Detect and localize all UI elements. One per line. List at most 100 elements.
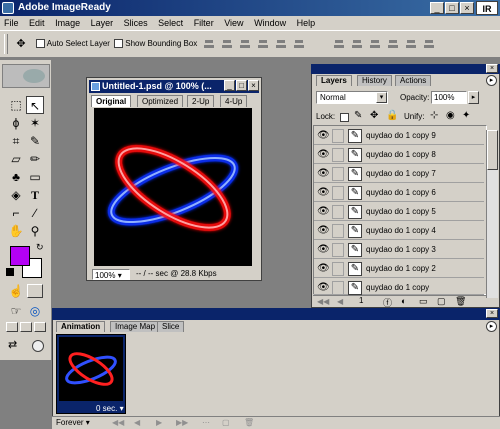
crop-tool-icon[interactable]: ⌗	[7, 132, 25, 150]
layer-row[interactable]: 👁 ✎ quydao do 1 copy 6	[314, 184, 484, 202]
layer-row[interactable]: 👁 ✎ quydao do 1 copy 2	[314, 260, 484, 278]
visibility-eye-icon[interactable]: 👁	[317, 244, 330, 256]
marquee-tool-icon[interactable]: ⬚	[7, 96, 25, 114]
tab-actions[interactable]: Actions	[395, 75, 432, 86]
animation-menu-arrow-icon[interactable]: ▸	[486, 321, 497, 332]
layer-row[interactable]: 👁 ✎ quydao do 1 copy 9	[314, 127, 484, 145]
magic-wand-tool-icon[interactable]: ✶	[26, 114, 44, 132]
doc-minimize-button[interactable]: _	[224, 80, 235, 91]
trash-icon[interactable]: 🗑	[455, 296, 466, 307]
distribute-right-icon[interactable]	[423, 39, 435, 49]
unify-style-icon[interactable]: ✦	[462, 110, 470, 121]
tab-history[interactable]: History	[357, 75, 392, 86]
layers-palette-titlebar[interactable]	[311, 64, 500, 74]
prev-frame-icon[interactable]: ◀	[337, 297, 343, 306]
layer-row[interactable]: 👁 ✎ quydao do 1 copy 4	[314, 222, 484, 240]
rectangle-tool-icon[interactable]: ▭	[26, 168, 44, 186]
layer-link-box[interactable]	[332, 205, 344, 219]
rewind-icon[interactable]: ◀◀	[112, 417, 124, 429]
distribute-top-icon[interactable]	[333, 39, 345, 49]
distribute-bottom-icon[interactable]	[369, 39, 381, 49]
blend-mode-select[interactable]: Normal ▾	[316, 91, 388, 104]
align-left-icon[interactable]	[257, 39, 269, 49]
slice-visibility-icon[interactable]	[27, 284, 43, 298]
visibility-eye-icon[interactable]: 👁	[317, 187, 330, 199]
menu-edit[interactable]: Edit	[25, 16, 49, 30]
layer-link-box[interactable]	[332, 167, 344, 181]
type-tool-icon[interactable]: T	[26, 186, 44, 204]
doc-close-button[interactable]: ×	[248, 80, 259, 91]
close-button[interactable]: ×	[460, 2, 474, 14]
full-screen-menu-mode-icon[interactable]	[20, 322, 32, 332]
crop-tool-2-icon[interactable]: ⌐	[7, 204, 25, 222]
layer-link-box[interactable]	[332, 129, 344, 143]
rollover-preview-icon[interactable]: ☞	[7, 302, 25, 320]
menu-select[interactable]: Select	[154, 16, 187, 30]
menu-view[interactable]: View	[220, 16, 247, 30]
eyedropper-tool-icon[interactable]: ∕	[26, 204, 44, 222]
layer-row[interactable]: 👁 ✎ quydao do 1 copy 7	[314, 165, 484, 183]
brush-tool-icon[interactable]: ✏	[26, 150, 44, 168]
zoom-dropdown[interactable]: 100% ▾	[92, 269, 130, 280]
eraser-tool-icon[interactable]: ▱	[7, 150, 25, 168]
move-tool-button[interactable]: ↖	[26, 96, 44, 114]
menu-window[interactable]: Window	[250, 16, 290, 30]
lasso-tool-icon[interactable]: ϕ	[7, 114, 25, 132]
layer-row[interactable]: 👁 ✎ quydao do 1 copy 5	[314, 203, 484, 221]
frame-delay-dropdown[interactable]: 0 sec. ▾	[96, 404, 124, 413]
visibility-eye-icon[interactable]: 👁	[317, 168, 330, 180]
layers-scrollbar[interactable]	[486, 130, 498, 298]
visibility-eye-icon[interactable]: 👁	[317, 282, 330, 294]
tab-animation[interactable]: Animation	[56, 321, 106, 332]
unify-position-icon[interactable]: ⊹	[430, 110, 438, 121]
layer-row[interactable]: 👁 ✎ quydao do 1 copy 8	[314, 146, 484, 164]
photoshop-icon[interactable]	[32, 340, 44, 352]
delete-frame-icon[interactable]: 🗑	[244, 417, 254, 429]
align-vcenter-icon[interactable]	[221, 39, 233, 49]
visibility-eye-icon[interactable]: 👁	[317, 206, 330, 218]
animation-palette-titlebar[interactable]	[52, 308, 500, 320]
preview-in-browser-icon[interactable]: ◎	[26, 302, 44, 320]
layer-link-box[interactable]	[332, 281, 344, 295]
layer-row[interactable]: 👁 ✎ quydao do 1 copy 3	[314, 241, 484, 259]
align-right-icon[interactable]	[293, 39, 305, 49]
animation-palette-close-button[interactable]: ×	[486, 309, 498, 318]
document-canvas[interactable]	[94, 108, 252, 266]
download-time[interactable]: -- / -- sec @ 28.8 Kbps	[136, 268, 217, 280]
visibility-eye-icon[interactable]: 👁	[317, 225, 330, 237]
menu-filter[interactable]: Filter	[190, 16, 218, 30]
tab-4-up[interactable]: 4-Up	[220, 95, 248, 107]
opacity-input[interactable]: 100%	[431, 91, 467, 104]
jump-to-photoshop-icon[interactable]: ⇄	[8, 338, 30, 352]
menu-image[interactable]: Image	[51, 16, 84, 30]
unify-visibility-icon[interactable]: ◉	[446, 110, 455, 121]
foreground-color-swatch[interactable]	[10, 246, 30, 266]
lock-all-icon[interactable]: 🔒	[386, 110, 398, 121]
loop-dropdown[interactable]: Forever ▾	[56, 417, 90, 429]
tab-2-up[interactable]: 2-Up	[187, 95, 215, 107]
maximize-button[interactable]: □	[445, 2, 459, 14]
layer-link-box[interactable]	[332, 148, 344, 162]
distribute-vcenter-icon[interactable]	[351, 39, 363, 49]
align-hcenter-icon[interactable]	[275, 39, 287, 49]
auto-select-layer-option[interactable]: Auto Select Layer	[36, 39, 110, 49]
layer-set-icon[interactable]: ▭	[419, 296, 428, 307]
tab-slice[interactable]: Slice	[157, 321, 185, 332]
layer-link-box[interactable]	[332, 186, 344, 200]
show-bounding-box-option[interactable]: Show Bounding Box	[114, 39, 197, 49]
first-frame-icon[interactable]: ◀◀	[317, 297, 329, 306]
layers-scroll-thumb[interactable]	[487, 130, 498, 170]
menu-layer[interactable]: Layer	[87, 16, 118, 30]
tab-optimized[interactable]: Optimized	[137, 95, 184, 107]
play-icon[interactable]: ▶	[156, 417, 162, 429]
visibility-eye-icon[interactable]: 👁	[317, 130, 330, 142]
tab-image-map[interactable]: Image Map	[110, 321, 161, 332]
lock-image-icon[interactable]: ✎	[354, 110, 362, 121]
slice-tool-icon[interactable]: ✎	[26, 132, 44, 150]
zoom-tool-icon[interactable]: ⚲	[26, 222, 44, 240]
standard-screen-mode-icon[interactable]	[6, 322, 18, 332]
menu-help[interactable]: Help	[293, 16, 320, 30]
align-top-icon[interactable]	[203, 39, 215, 49]
layer-link-box[interactable]	[332, 262, 344, 276]
tab-layers[interactable]: Layers	[316, 75, 352, 86]
